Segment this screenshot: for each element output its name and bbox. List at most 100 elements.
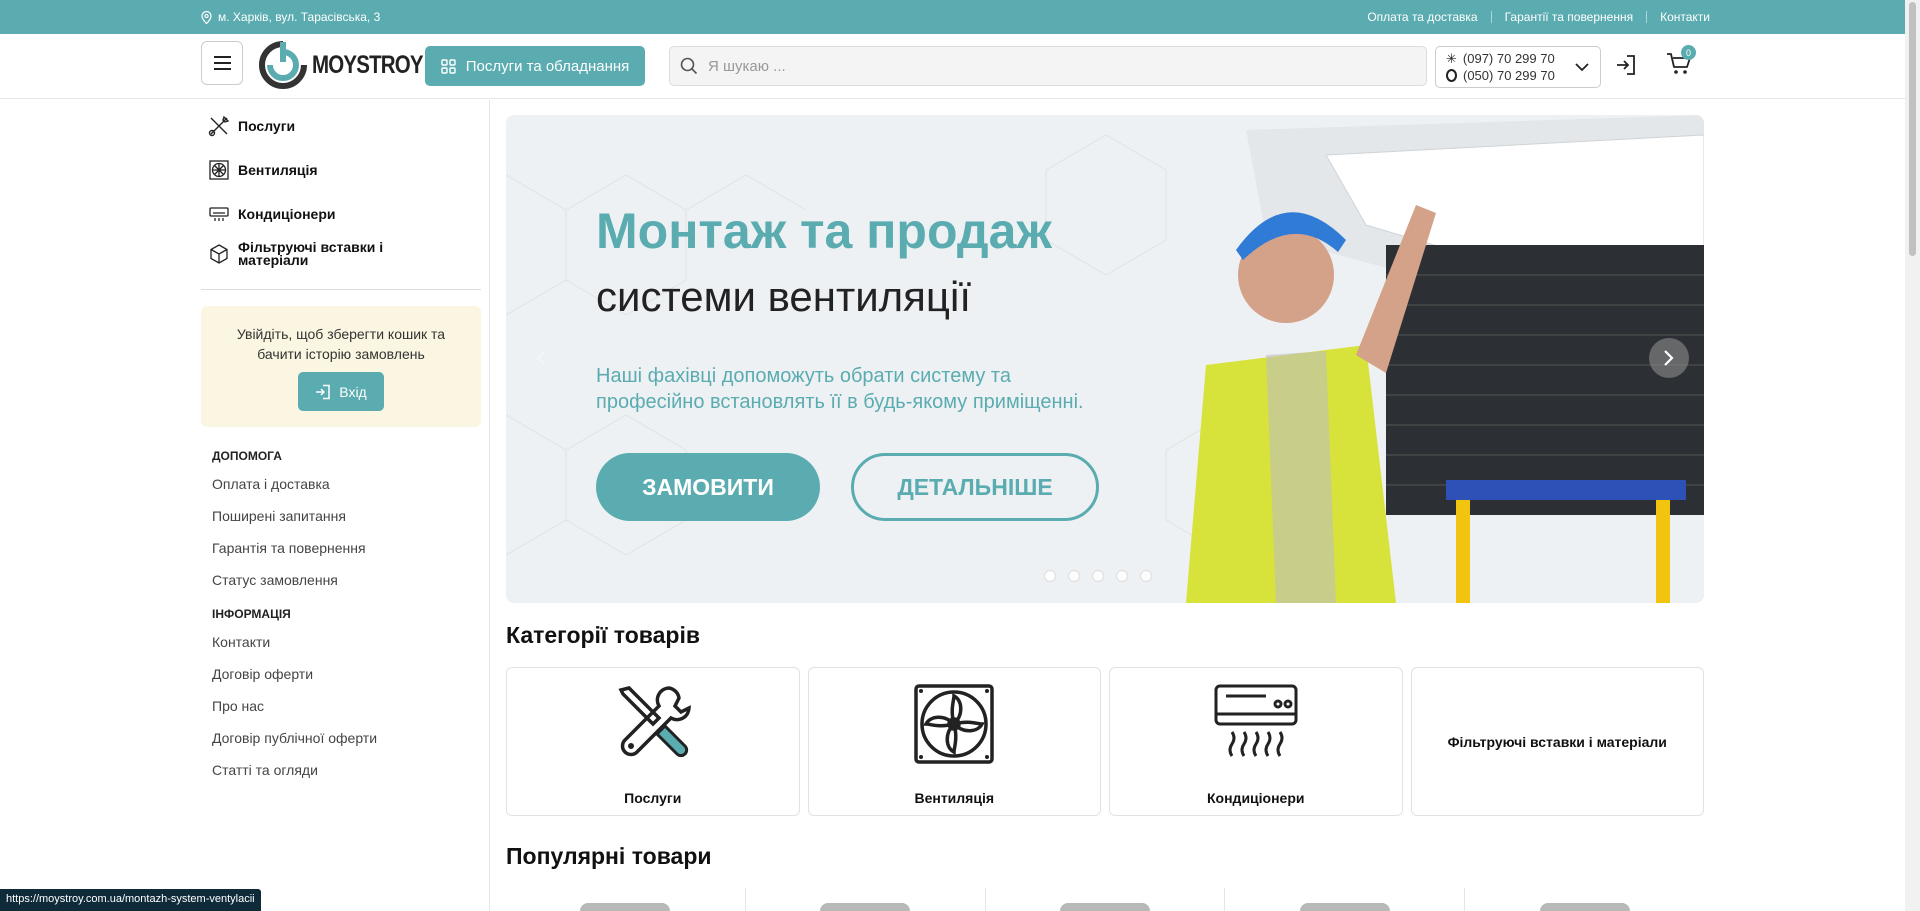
categories-title: Категорії товарів — [506, 622, 701, 648]
category-cards: Послуги Вентиляція Кондиціонери Фільтрую… — [506, 667, 1704, 816]
slider-dot[interactable] — [1140, 570, 1152, 582]
login-button[interactable]: Вхід — [298, 372, 384, 411]
search-bar — [669, 46, 1427, 86]
category-card-ventilation[interactable]: Вентиляція — [807, 667, 1101, 816]
location-pin-icon — [201, 10, 212, 24]
login-prompt-line-1: Увійдіть, щоб зберегти кошик та — [236, 326, 446, 342]
grid-icon — [441, 58, 456, 74]
hero-banner[interactable]: Монтаж та продаж системи вентиляції Наші… — [506, 115, 1704, 603]
services-equipment-button[interactable]: Послуги та обладнання — [425, 46, 645, 86]
fan-icon — [209, 160, 229, 180]
logo-mark-icon — [259, 41, 307, 89]
sidebar-item-services[interactable]: Послуги — [201, 115, 481, 137]
product-image — [1299, 903, 1390, 911]
sidebar-item-label: Фільтруючі вставки і матеріали — [238, 239, 384, 268]
help-link-warranty[interactable]: Гарантія та повернення — [201, 539, 481, 557]
address: м. Харків, вул. Тарасівська, 3 — [201, 10, 380, 24]
product-card[interactable] — [1224, 888, 1464, 911]
slider-prev-button[interactable] — [521, 338, 561, 378]
address-text: м. Харків, вул. Тарасівська, 3 — [218, 10, 381, 24]
cart-count-badge: 0 — [1681, 45, 1696, 60]
popular-title: Популярні товари — [506, 843, 712, 869]
product-image — [1059, 903, 1150, 911]
phone-2: (050) 70 299 70 — [1463, 68, 1555, 83]
details-button[interactable]: ДЕТАЛЬНІШЕ — [851, 453, 1099, 521]
info-link-about[interactable]: Про нас — [201, 697, 481, 715]
help-link-payment[interactable]: Оплата і доставка — [201, 475, 481, 493]
slider-dot[interactable] — [1068, 570, 1080, 582]
info-link-offer[interactable]: Договір оферти — [201, 665, 481, 683]
chevron-right-icon — [1664, 350, 1674, 366]
banner-title-line-2: системи вентиляції — [596, 273, 971, 320]
banner-background-pattern — [506, 115, 1704, 603]
link-payment-delivery[interactable]: Оплата та доставка — [1367, 10, 1477, 24]
link-contacts[interactable]: Контакти — [1660, 10, 1710, 24]
cart-button[interactable]: 0 — [1666, 45, 1696, 81]
product-card[interactable] — [1464, 888, 1704, 911]
login-icon — [316, 384, 331, 399]
slider-dot[interactable] — [1116, 570, 1128, 582]
sidebar-item-ventilation[interactable]: Вентиляція — [201, 159, 481, 181]
category-card-label: Фільтруючі вставки і матеріали — [1447, 733, 1667, 750]
slider-dots — [1044, 570, 1152, 582]
product-image — [1539, 903, 1630, 911]
link-status-bar: https://moystroy.com.ua/montazh-system-v… — [0, 889, 261, 911]
search-input[interactable] — [708, 57, 1358, 75]
product-card[interactable] — [506, 888, 745, 911]
login-prompt-line-2: бачити історію замовлень — [257, 346, 425, 362]
sidebar-item-filters[interactable]: Фільтруючі вставки і матеріали — [201, 239, 481, 268]
slider-dot[interactable] — [1044, 570, 1056, 582]
category-card-filters[interactable]: Фільтруючі вставки і матеріали — [1410, 667, 1704, 816]
sidebar-item-air-conditioners[interactable]: Кондиціонери — [201, 203, 481, 225]
category-card-services[interactable]: Послуги — [506, 667, 800, 816]
services-button-label: Послуги та обладнання — [465, 57, 630, 75]
product-card[interactable] — [984, 888, 1225, 911]
top-bar: м. Харків, вул. Тарасівська, 3 Оплата та… — [0, 0, 1920, 34]
fan-icon — [914, 684, 994, 764]
air-conditioner-icon — [1214, 684, 1298, 757]
login-prompt-box: Увійдіть, щоб зберегти кошик та бачити і… — [201, 306, 481, 427]
phones-dropdown[interactable]: ✳ (097) 70 299 70 (050) 70 299 70 — [1435, 46, 1601, 88]
chevron-left-icon — [536, 350, 546, 366]
box-icon — [210, 244, 228, 264]
chevron-down-icon — [1575, 63, 1589, 72]
category-card-label: Послуги — [624, 790, 682, 806]
tools-icon — [618, 686, 691, 758]
slider-dot[interactable] — [1092, 570, 1104, 582]
sidebar-item-label: Послуги — [238, 117, 296, 134]
info-link-contacts[interactable]: Контакти — [201, 633, 481, 651]
air-conditioner-icon — [209, 207, 229, 221]
sidebar-item-label: Кондиціонери — [238, 205, 336, 222]
scrollbar-thumb[interactable] — [1909, 2, 1916, 256]
tools-icon — [208, 115, 230, 137]
popular-products-row — [506, 888, 1704, 911]
order-button[interactable]: ЗАМОВИТИ — [596, 453, 820, 521]
product-card[interactable] — [744, 888, 985, 911]
logo[interactable]: MOYSTROY — [258, 40, 447, 90]
info-link-articles[interactable]: Статті та огляди — [201, 761, 481, 779]
sidebar: Послуги Вентиляція Кондиціонери Фільтрую… — [201, 100, 481, 779]
vodafone-icon — [1446, 69, 1457, 82]
menu-burger-button[interactable] — [201, 41, 243, 85]
login-button-label: Вхід — [339, 383, 367, 400]
sidebar-divider — [201, 289, 481, 290]
search-icon — [680, 57, 698, 75]
banner-subtitle-line-2: професійно встановлять її в будь-якому п… — [596, 391, 1084, 413]
help-link-order-status[interactable]: Статус замовлення — [201, 571, 481, 589]
banner-subtitle-line-1: Наші фахівці допоможуть обрати систему т… — [596, 365, 1011, 387]
category-card-label: Вентиляція — [914, 790, 995, 806]
login-icon[interactable] — [1615, 54, 1637, 76]
info-link-public-offer[interactable]: Договір публічної оферти — [201, 729, 481, 747]
slider-next-button[interactable] — [1649, 338, 1689, 378]
sidebar-item-label: Вентиляція — [238, 161, 318, 178]
category-card-air-conditioners[interactable]: Кондиціонери — [1109, 667, 1403, 816]
help-heading: ДОПОМОГА — [212, 449, 282, 463]
category-card-label: Кондиціонери — [1207, 790, 1305, 806]
phone-1: (097) 70 299 70 — [1462, 51, 1555, 66]
help-link-faq[interactable]: Поширені запитання — [201, 507, 481, 525]
info-heading: ІНФОРМАЦІЯ — [212, 607, 291, 621]
page-scrollbar[interactable] — [1905, 0, 1920, 911]
banner-title-line-1: Монтаж та продаж — [596, 203, 1052, 259]
link-warranty-returns[interactable]: Гарантії та повернення — [1505, 10, 1633, 24]
product-image — [580, 903, 671, 911]
